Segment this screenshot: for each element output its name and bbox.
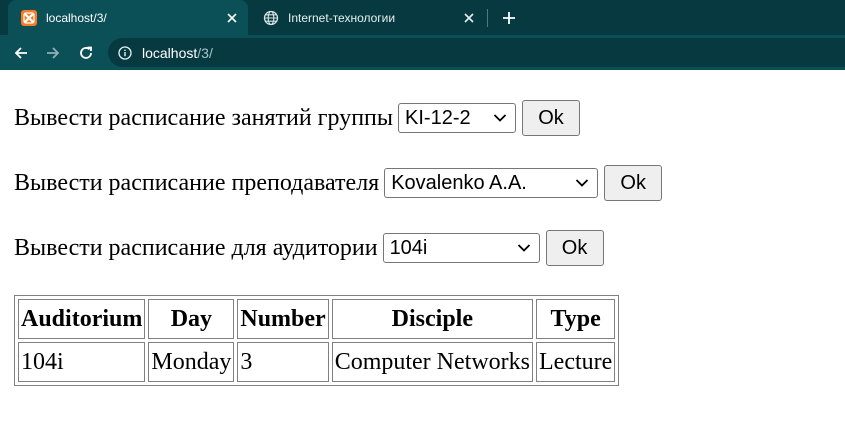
group-ok-button[interactable]: Ok — [522, 100, 581, 136]
globe-icon — [263, 10, 279, 26]
auditorium-select[interactable]: 104i — [382, 233, 540, 263]
auditorium-schedule-form: Вывести расписание для аудитории 104i Ok — [14, 230, 604, 266]
cell-type: Lecture — [536, 342, 616, 382]
table-header-row: Auditorium Day Number Disciple Type — [18, 299, 616, 339]
url-path: /3/ — [197, 44, 213, 61]
group-select[interactable]: KI-12-2 — [398, 103, 517, 133]
close-tab-icon[interactable] — [459, 8, 479, 28]
column-header-disciple: Disciple — [331, 299, 533, 339]
teacher-ok-button[interactable]: Ok — [604, 165, 663, 201]
url-text: localhost/3/ — [142, 45, 213, 61]
column-header-type: Type — [536, 299, 616, 339]
teacher-select[interactable]: Kovalenko A.A. — [384, 168, 599, 198]
column-header-day: Day — [148, 299, 235, 339]
teacher-select-value: Kovalenko A.A. — [391, 171, 527, 194]
navigation-toolbar: localhost/3/ — [0, 35, 845, 70]
address-bar[interactable]: localhost/3/ — [108, 38, 845, 67]
forward-arrow-icon[interactable] — [41, 41, 65, 65]
chevron-down-icon — [517, 244, 530, 252]
cell-number: 3 — [237, 342, 329, 382]
back-arrow-icon[interactable] — [9, 41, 33, 65]
cell-disciple: Computer Networks — [331, 342, 533, 382]
close-tab-icon[interactable] — [222, 8, 242, 28]
cell-auditorium: 104i — [18, 342, 146, 382]
new-tab-icon[interactable] — [498, 7, 520, 29]
tab-title: localhost/3/ — [46, 10, 107, 25]
tab-title: Internet-технологии — [288, 10, 396, 25]
tab-strip: localhost/3/ Internet-технологии — [0, 0, 845, 35]
cell-day: Monday — [148, 342, 235, 382]
tab-localhost[interactable]: localhost/3/ — [8, 0, 248, 35]
reload-icon[interactable] — [74, 41, 98, 65]
table-row: 104i Monday 3 Computer Networks Lecture — [18, 342, 616, 382]
url-host: localhost — [142, 44, 198, 61]
site-info-icon[interactable] — [117, 45, 133, 61]
auditorium-schedule-label: Вывести расписание для аудитории — [14, 234, 378, 261]
group-schedule-form: Вывести расписание занятий группы KI-12-… — [14, 100, 581, 136]
auditorium-select-value: 104i — [389, 236, 428, 259]
group-schedule-label: Вывести расписание занятий группы — [14, 104, 394, 131]
column-header-auditorium: Auditorium — [18, 299, 146, 339]
schedule-table: Auditorium Day Number Disciple Type 104i… — [14, 295, 620, 386]
auditorium-ok-button[interactable]: Ok — [545, 230, 604, 266]
teacher-schedule-form: Вывести расписание преподавателя Kovalen… — [14, 165, 663, 201]
xampp-icon — [21, 9, 37, 26]
chevron-down-icon — [493, 114, 507, 122]
group-select-value: KI-12-2 — [405, 106, 471, 129]
tab-internet-tech[interactable]: Internet-технологии — [250, 0, 485, 35]
tab-separator — [487, 9, 488, 27]
teacher-schedule-label: Вывести расписание преподавателя — [14, 169, 380, 196]
chevron-down-icon — [576, 179, 589, 187]
column-header-number: Number — [237, 299, 329, 339]
